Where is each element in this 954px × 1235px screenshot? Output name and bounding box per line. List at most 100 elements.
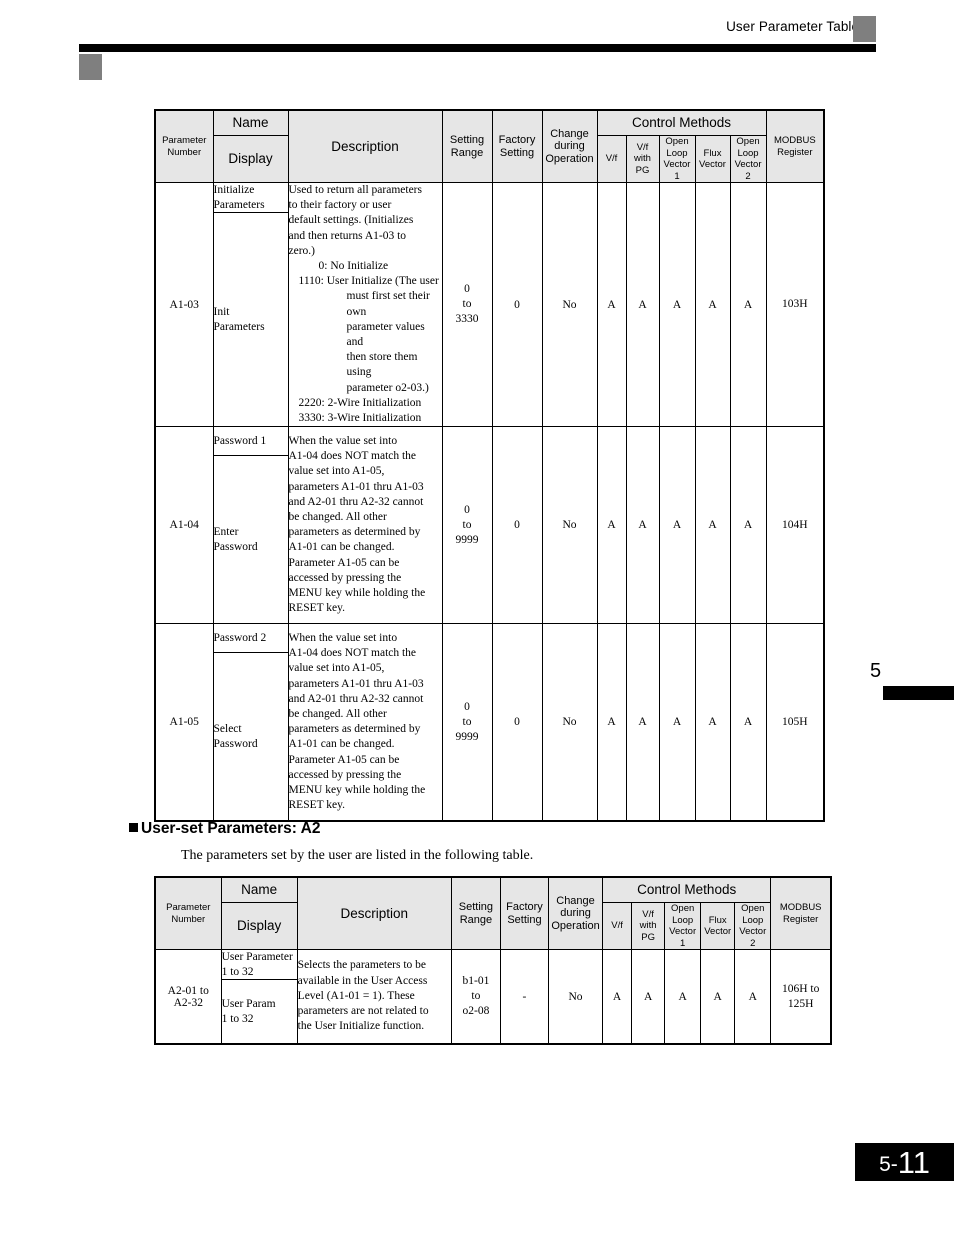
description-line: parameters A1-01 thru A1-03 (288, 677, 424, 690)
cell-factory-setting: 0 (491, 623, 543, 822)
header-ctl-open-loop-vector-1: Open Loop Vector 1 (658, 135, 696, 183)
table-row: A1-05 Password 2 When the value set into A1… (154, 623, 825, 822)
header-ctl-open-loop-vector-1-label: Open Loop Vector 1 (669, 903, 697, 949)
description-line: Selects the parameters to be (297, 959, 427, 972)
cell-ctl-vf: A (602, 949, 633, 1045)
header-ctl-flux-vector: Flux Vector (694, 135, 731, 183)
header-change-during-operation: Change during Operation (541, 109, 598, 183)
table-a2-body: A2-01 to A2-32 User Parameter 1 to 32 Sele… (154, 949, 832, 1045)
header-modbus-register: MODBUS Register (765, 109, 825, 183)
header-ctl-vf-with-pg-label: V/f with PG (634, 141, 651, 176)
cell-name-upper: Initialize Parameters (212, 182, 289, 213)
cell-setting-range: 0 to 3330 (441, 181, 493, 428)
header-name: Name (212, 109, 289, 136)
cell-parameter-number: A2-01 to A2-32 (154, 949, 222, 1045)
parameter-table-a1: Parameter Number Name Description Settin… (154, 109, 826, 823)
description-line: value set into A1-05, (288, 465, 385, 478)
description-line: A1-01 can be changed. (288, 541, 395, 554)
cell-setting-range: 0 to 9999 (441, 623, 493, 822)
header-factory-setting: Factory Setting (491, 109, 543, 183)
cell-ctl-vf: A (596, 426, 627, 625)
parameter-table-a2: Parameter Number Name Description Settin… (154, 876, 832, 1045)
cell-description: Selects the parameters to be available in… (296, 949, 452, 1045)
cell-setting-range: b1-01 to o2-08 (450, 949, 501, 1045)
cell-setting-range: 0 to 9999 (441, 426, 493, 625)
cell-modbus-register: 103H (765, 181, 825, 428)
header-setting-range: Setting Range (450, 876, 501, 950)
description-line: parameters as determined by (288, 526, 421, 539)
description-line: 0: No Initialize (318, 260, 389, 273)
table-row: A1-04 Password 1 When the value set into A1… (154, 426, 825, 625)
description-line: MENU key while holding the (288, 587, 426, 600)
cell-change-during-operation: No (541, 623, 598, 822)
header-ctl-open-loop-vector-2: Open Loop Vector 2 (734, 902, 772, 950)
cell-ctl-vf: A (596, 181, 627, 428)
header-setting-range-label: Setting Range (458, 901, 494, 926)
header-parameter-number-label: Parameter Number (162, 135, 207, 158)
cell-name-upper: Password 2 (212, 623, 289, 654)
description-line: parameters as determined by (288, 723, 421, 736)
cell-ctl-open-loop-vector-1: A (658, 623, 696, 822)
cell-parameter-number: A1-05 (154, 623, 214, 822)
header-rule (79, 44, 876, 52)
header-name-label: Name (241, 882, 278, 898)
header-ctl-flux-vector-label: Flux Vector (704, 914, 732, 937)
header-description-label: Description (331, 138, 399, 154)
description-line: Used to return all parameters (288, 184, 422, 196)
cell-name-lower: Init Parameters (212, 211, 289, 428)
section-body-a2: The parameters set by the user are liste… (181, 848, 534, 863)
cell-name-lower: User Param 1 to 32 (220, 979, 298, 1045)
description-line: MENU key while holding the (288, 784, 426, 797)
cell-name-lower: Enter Password (212, 455, 289, 625)
cell-ctl-flux-vector: A (694, 623, 731, 822)
section-heading-a2-text: User-set Parameters: A2 (141, 820, 321, 837)
cell-ctl-vf-with-pg: A (631, 949, 666, 1045)
header-ctl-vf: V/f (602, 902, 633, 950)
description-line: be changed. All other (288, 708, 387, 721)
header-ctl-vf-label: V/f (605, 153, 618, 165)
header-description: Description (287, 109, 443, 183)
cell-description: When the value set into A1-04 does NOT ma… (287, 426, 443, 625)
cell-description: When the value set into A1-04 does NOT ma… (287, 623, 443, 822)
cell-parameter-number: A1-03 (154, 181, 214, 428)
header-ctl-flux-vector-label: Flux Vector (699, 147, 726, 170)
cell-ctl-vf-with-pg: A (625, 426, 660, 625)
header-control-methods: Control Methods (596, 109, 767, 136)
header-change-during-operation: Change during Operation (547, 876, 604, 950)
description-line: then store them using (346, 351, 421, 379)
table-a1-body: A1-03 Initialize Parameters Used to return… (154, 181, 825, 822)
header-control-methods-label: Control Methods (632, 115, 732, 131)
description-line: When the value set into (288, 632, 398, 645)
cell-ctl-open-loop-vector-1: A (658, 426, 696, 625)
description-line: be changed. All other (288, 511, 387, 524)
cell-modbus-register: 105H (765, 623, 825, 822)
header-ctl-vf-label: V/f (611, 920, 623, 932)
cell-factory-setting: 0 (491, 181, 543, 428)
header-name: Name (220, 876, 298, 903)
header-setting-range: Setting Range (441, 109, 493, 183)
header-modbus-register-label: MODBUS Register (773, 135, 816, 158)
section-heading-a2: User-set Parameters: A2 (129, 820, 321, 838)
header-title: User Parameter Tables (726, 19, 866, 34)
chapter-tab-bar (883, 686, 954, 700)
description-line: and A2-01 thru A2-32 cannot (288, 495, 424, 508)
table-a2-header: Parameter Number Name Description Settin… (154, 876, 832, 950)
cell-factory-setting: 0 (491, 426, 543, 625)
cell-ctl-flux-vector: A (694, 426, 731, 625)
header-modbus-register-label: MODBUS Register (779, 902, 822, 925)
description-line: Parameter A1-05 can be (288, 753, 400, 766)
cell-modbus-register: 104H (765, 426, 825, 625)
cell-description: Used to return all parameters to their fa… (287, 181, 443, 428)
cell-ctl-open-loop-vector-2: A (734, 949, 772, 1045)
description-line: accessed by pressing the (288, 768, 402, 781)
bullet-square-icon (129, 823, 138, 832)
description-line: 3330: 3-Wire Initialization (298, 412, 422, 425)
cell-name-lower: Select Password (212, 652, 289, 822)
description-line: zero.) (288, 244, 316, 257)
page-number-chapter: 5- (879, 1152, 898, 1176)
header-display: Display (220, 902, 298, 950)
description-line: RESET key. (288, 799, 346, 812)
description-line: When the value set into (288, 435, 398, 448)
chapter-tab-number: 5 (870, 660, 882, 682)
header-control-methods: Control Methods (602, 876, 772, 903)
